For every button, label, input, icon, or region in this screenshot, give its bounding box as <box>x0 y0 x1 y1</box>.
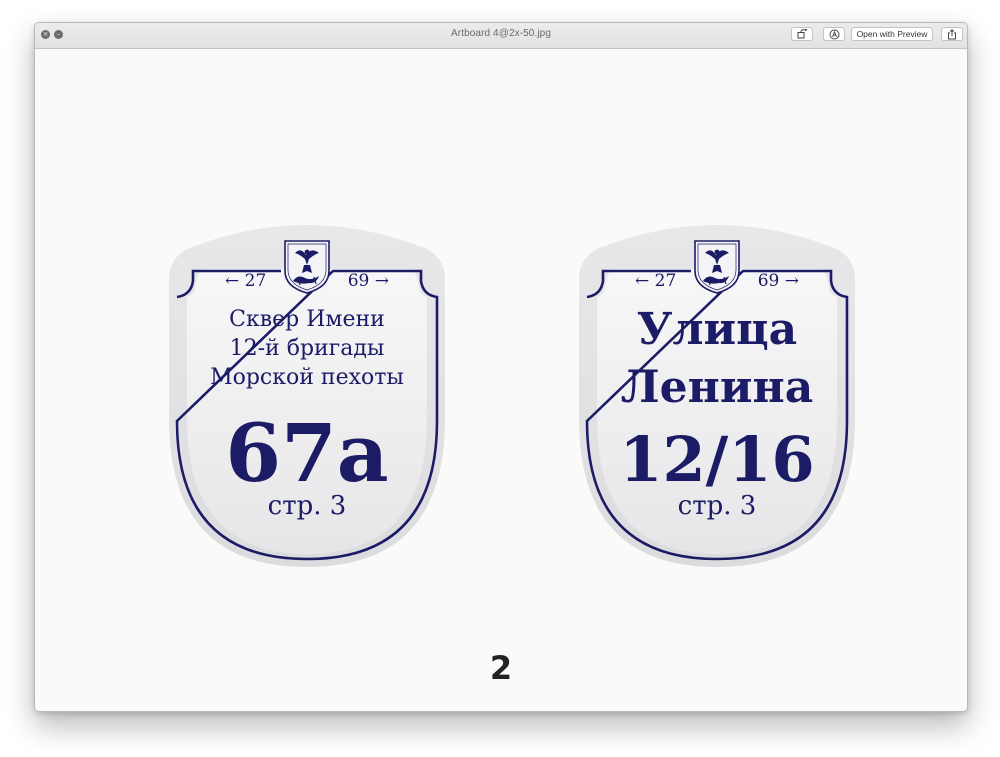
address-sign-1: ← 27 69 → Сквер Имени 12-й бригады Морск… <box>169 225 445 567</box>
street-line-3: Морской пехоты <box>210 365 404 390</box>
share-button[interactable] <box>941 27 963 41</box>
building-number: стр. 3 <box>268 491 347 521</box>
street-line-1: Сквер Имени <box>229 307 385 332</box>
house-number: 12/16 <box>619 423 814 496</box>
right-house-number: 69 → <box>348 271 389 291</box>
address-sign-2: ← 27 69 → Улица Ленина 12/16 стр. 3 <box>579 225 855 567</box>
coat-of-arms-icon <box>694 240 740 294</box>
street-line-2: 12-й бригады <box>230 336 385 361</box>
house-number: 67а <box>225 406 388 500</box>
left-house-number: ← 27 <box>225 271 266 291</box>
title-bar: × – Artboard 4@2x-50.jpg Open with Previ… <box>35 23 967 49</box>
rotate-button[interactable] <box>791 27 813 41</box>
page-number: 2 <box>489 649 513 687</box>
building-number: стр. 3 <box>678 491 757 521</box>
quicklook-window: × – Artboard 4@2x-50.jpg Open with Previ… <box>34 22 968 712</box>
open-with-preview-button[interactable]: Open with Preview <box>851 27 933 41</box>
markup-icon <box>829 29 839 39</box>
share-icon <box>948 28 956 39</box>
right-house-number: 69 → <box>758 271 799 291</box>
rotate-icon <box>797 29 808 39</box>
coat-of-arms-icon <box>284 240 330 294</box>
street-line-1: Улица <box>637 304 797 355</box>
left-house-number: ← 27 <box>635 271 676 291</box>
preview-content: ← 27 69 → Сквер Имени 12-й бригады Морск… <box>35 49 967 711</box>
artboard: ← 27 69 → Сквер Имени 12-й бригады Морск… <box>169 225 855 567</box>
markup-button[interactable] <box>823 27 845 41</box>
street-line-2: Ленина <box>621 362 813 413</box>
